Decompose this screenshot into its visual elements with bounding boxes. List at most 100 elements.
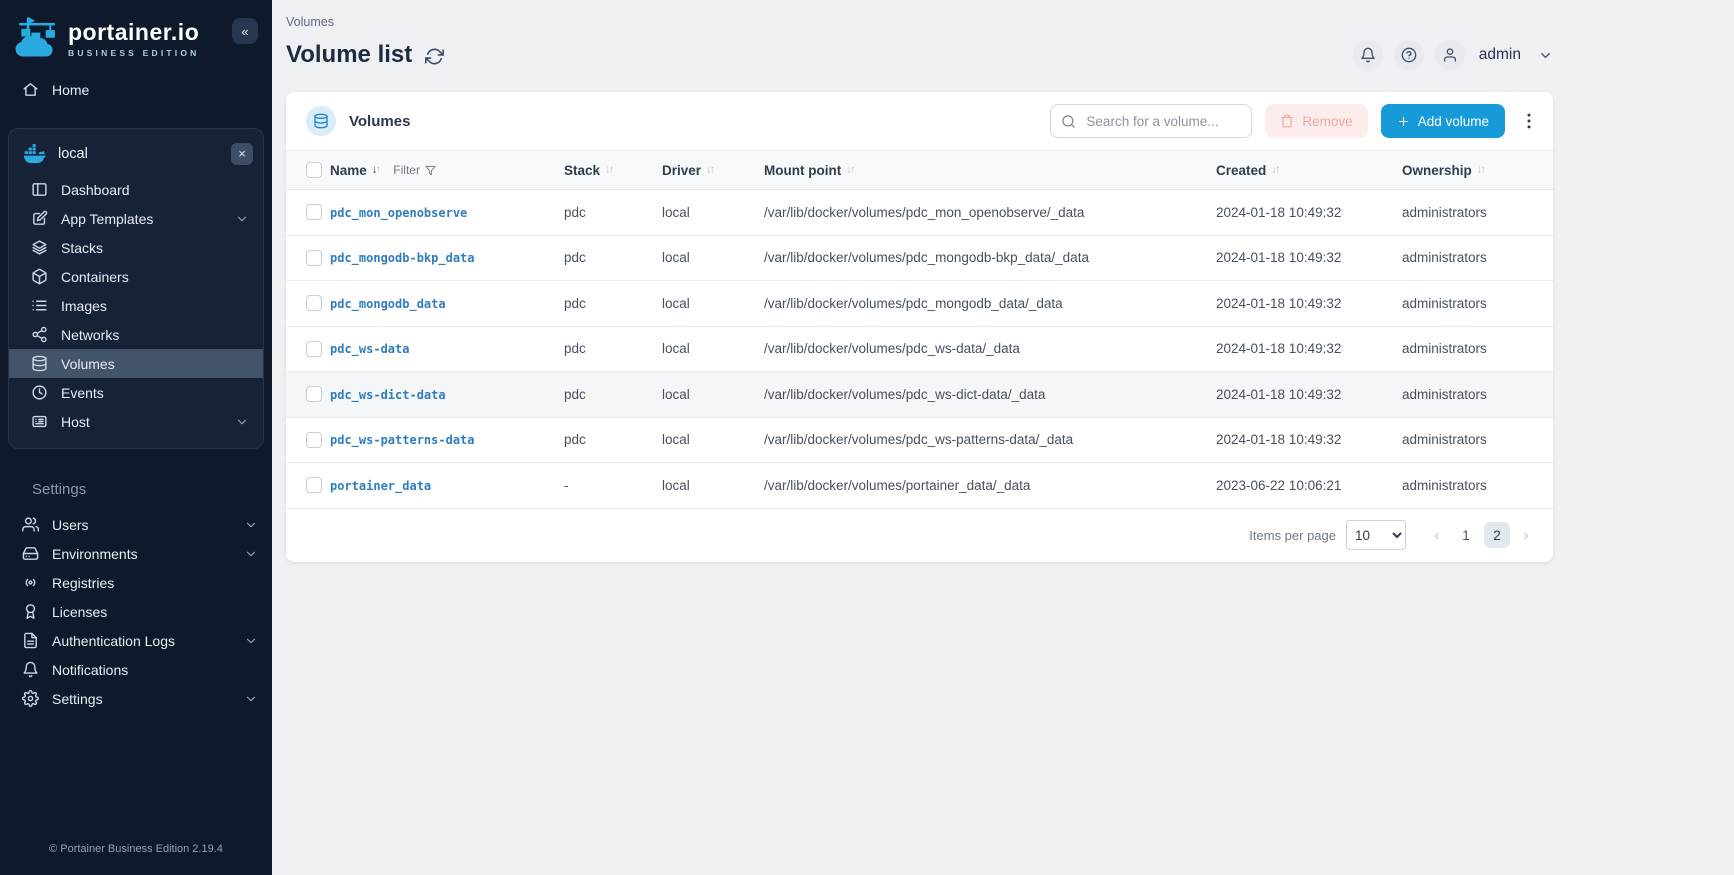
breadcrumb[interactable]: Volumes <box>286 12 444 29</box>
row-checkbox-cell <box>286 295 330 311</box>
created-cell: 2024-01-18 10:49:32 <box>1216 250 1402 265</box>
column-header-created[interactable]: Created↓↑ <box>1216 163 1402 178</box>
page-button-2[interactable]: 2 <box>1484 522 1510 548</box>
column-header-name[interactable]: Name↓↑Filter <box>330 163 564 178</box>
column-header-driver[interactable]: Driver↓↑ <box>662 163 764 178</box>
column-header-ownership[interactable]: Ownership↓↑ <box>1402 163 1553 178</box>
sidebar-item-networks[interactable]: Networks <box>9 320 263 349</box>
volume-name-link[interactable]: portainer_data <box>330 479 431 493</box>
ownership-cell: administrators <box>1402 205 1553 220</box>
sidebar-item-label: Home <box>52 82 89 98</box>
user-icon <box>1442 47 1458 63</box>
column-header-mount-point[interactable]: Mount point↓↑ <box>764 163 1216 178</box>
help-button[interactable] <box>1394 40 1424 70</box>
sidebar-item-users[interactable]: Users <box>0 510 272 539</box>
refresh-icon[interactable] <box>425 47 444 66</box>
sidebar-item-app-templates[interactable]: App Templates <box>9 204 263 233</box>
stack-cell: pdc <box>564 250 662 265</box>
sidebar-collapse-button[interactable]: « <box>232 18 258 44</box>
add-volume-button[interactable]: Add volume <box>1381 104 1505 138</box>
column-header-stack[interactable]: Stack↓↑ <box>564 163 662 178</box>
mount-point-cell: /var/lib/docker/volumes/pdc_ws-patterns-… <box>764 432 1216 447</box>
sidebar: portainer.io BUSINESS EDITION « Home loc… <box>0 0 272 875</box>
prev-page-button[interactable]: ‹ <box>1426 527 1448 544</box>
table-header: Name↓↑FilterStack↓↑Driver↓↑Mount point↓↑… <box>286 150 1553 190</box>
row-checkbox-cell <box>286 204 330 220</box>
filter-button[interactable]: Filter <box>393 163 436 177</box>
sort-icons: ↓↑ <box>1271 164 1279 176</box>
next-page-button[interactable]: › <box>1515 527 1537 544</box>
sidebar-item-notifications[interactable]: Notifications <box>0 655 272 684</box>
sidebar-item-images[interactable]: Images <box>9 291 263 320</box>
sidebar-item-dashboard[interactable]: Dashboard <box>9 175 263 204</box>
sidebar-item-containers[interactable]: Containers <box>9 262 263 291</box>
row-checkbox[interactable] <box>306 295 322 311</box>
row-checkbox[interactable] <box>306 386 322 402</box>
table-row: pdc_mongodb-bkp_datapdclocal/var/lib/doc… <box>286 236 1553 282</box>
sidebar-item-environments[interactable]: Environments <box>0 539 272 568</box>
row-checkbox-cell <box>286 341 330 357</box>
select-all-checkbox[interactable] <box>306 162 322 178</box>
sidebar-item-label: Events <box>61 385 104 401</box>
page-header: Volumes Volume list admin <box>286 12 1553 70</box>
sidebar-item-label: Registries <box>52 575 114 591</box>
stack-cell: pdc <box>564 341 662 356</box>
driver-cell: local <box>662 341 764 356</box>
environment-close-button[interactable]: × <box>231 143 253 165</box>
sidebar-item-events[interactable]: Events <box>9 378 263 407</box>
row-checkbox[interactable] <box>306 477 322 493</box>
sidebar-item-label: Dashboard <box>61 182 130 198</box>
settings-menu: UsersEnvironments Registries LicensesAuthe… <box>0 510 272 713</box>
volume-name-cell: pdc_mongodb-bkp_data <box>330 250 564 265</box>
stack-cell: pdc <box>564 296 662 311</box>
volume-name-link[interactable]: pdc_ws-patterns-data <box>330 433 475 447</box>
remove-button[interactable]: Remove <box>1265 104 1367 138</box>
page-button-1[interactable]: 1 <box>1453 522 1479 548</box>
more-options-icon[interactable] <box>1519 111 1539 131</box>
row-checkbox[interactable] <box>306 432 322 448</box>
row-checkbox[interactable] <box>306 250 322 266</box>
search-input[interactable] <box>1084 113 1241 130</box>
driver-cell: local <box>662 296 764 311</box>
items-per-page-select[interactable]: 10 <box>1346 520 1406 550</box>
volume-name-cell: pdc_ws-dict-data <box>330 387 564 402</box>
user-name[interactable]: admin <box>1479 46 1521 64</box>
sidebar-item-licenses[interactable]: Licenses <box>0 597 272 626</box>
row-checkbox[interactable] <box>306 204 322 220</box>
volume-name-link[interactable]: pdc_mongodb-bkp_data <box>330 251 475 265</box>
filter-label: Filter <box>393 163 420 177</box>
volume-name-cell: pdc_ws-data <box>330 341 564 356</box>
sidebar-item-label: Notifications <box>52 662 128 678</box>
brand-edition: BUSINESS EDITION <box>68 48 200 58</box>
volume-name-link[interactable]: pdc_mongodb_data <box>330 297 446 311</box>
sidebar-item-volumes[interactable]: Volumes <box>9 349 263 378</box>
volume-name-link[interactable]: pdc_ws-data <box>330 342 409 356</box>
search-icon <box>1061 114 1076 129</box>
sort-asc-icon: ↑ <box>850 164 854 176</box>
mount-point-cell: /var/lib/docker/volumes/pdc_mongodb_data… <box>764 296 1216 311</box>
sort-asc-icon: ↑ <box>1275 164 1279 176</box>
chevron-down-icon[interactable] <box>1538 48 1553 63</box>
column-label: Mount point <box>764 163 841 178</box>
notifications-button[interactable] <box>1353 40 1383 70</box>
sidebar-item-authentication-logs[interactable]: Authentication Logs <box>0 626 272 655</box>
volumes-badge <box>306 106 336 136</box>
sidebar-item-label: App Templates <box>61 211 153 227</box>
volume-name-link[interactable]: pdc_mon_openobserve <box>330 206 467 220</box>
table-row: pdc_mon_openobservepdclocal/var/lib/dock… <box>286 190 1553 236</box>
volume-name-link[interactable]: pdc_ws-dict-data <box>330 388 446 402</box>
created-cell: 2024-01-18 10:49:32 <box>1216 432 1402 447</box>
row-checkbox[interactable] <box>306 341 322 357</box>
sidebar-item-stacks[interactable]: Stacks <box>9 233 263 262</box>
sidebar-item-settings[interactable]: Settings <box>0 684 272 713</box>
sort-asc-icon: ↑ <box>376 164 380 176</box>
sort-icons: ↓↑ <box>605 164 613 176</box>
environment-header[interactable]: local × <box>9 133 263 175</box>
ownership-cell: administrators <box>1402 432 1553 447</box>
sidebar-item-registries[interactable]: Registries <box>0 568 272 597</box>
sidebar-item-home[interactable]: Home <box>0 75 272 104</box>
sidebar-item-host[interactable]: Host <box>9 407 263 436</box>
brand-name: portainer.io <box>68 21 200 44</box>
user-menu-button[interactable] <box>1435 40 1465 70</box>
stack-cell: pdc <box>564 387 662 402</box>
